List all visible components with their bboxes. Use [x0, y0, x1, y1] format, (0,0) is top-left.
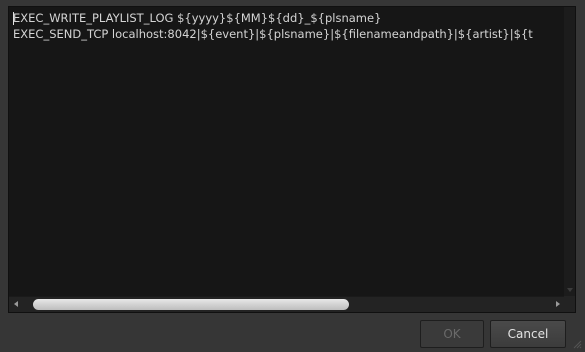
horizontal-scroll-thumb[interactable] [33, 299, 349, 310]
text-editor[interactable]: EXEC_WRITE_PLAYLIST_LOG ${yyyy}${MM}${dd… [8, 6, 576, 313]
arrow-down-icon[interactable] [567, 288, 573, 292]
editor-line: EXEC_WRITE_PLAYLIST_LOG ${yyyy}${MM}${dd… [13, 11, 382, 25]
editor-line: EXEC_SEND_TCP localhost:8042|${event}|${… [13, 27, 533, 41]
ok-button[interactable]: OK [420, 320, 484, 348]
arrow-right-icon[interactable] [556, 301, 560, 307]
cancel-button[interactable]: Cancel [490, 320, 566, 348]
arrow-left-icon[interactable] [14, 301, 18, 307]
resize-grip-icon[interactable] [572, 339, 582, 349]
scrollbar-corner [564, 296, 575, 312]
vertical-scrollbar[interactable] [564, 7, 575, 296]
horizontal-scrollbar[interactable] [9, 296, 575, 312]
text-edit-dialog: EXEC_WRITE_PLAYLIST_LOG ${yyyy}${MM}${dd… [0, 0, 585, 352]
editor-content[interactable]: EXEC_WRITE_PLAYLIST_LOG ${yyyy}${MM}${dd… [13, 10, 563, 290]
dialog-footer: OK Cancel [0, 316, 585, 352]
